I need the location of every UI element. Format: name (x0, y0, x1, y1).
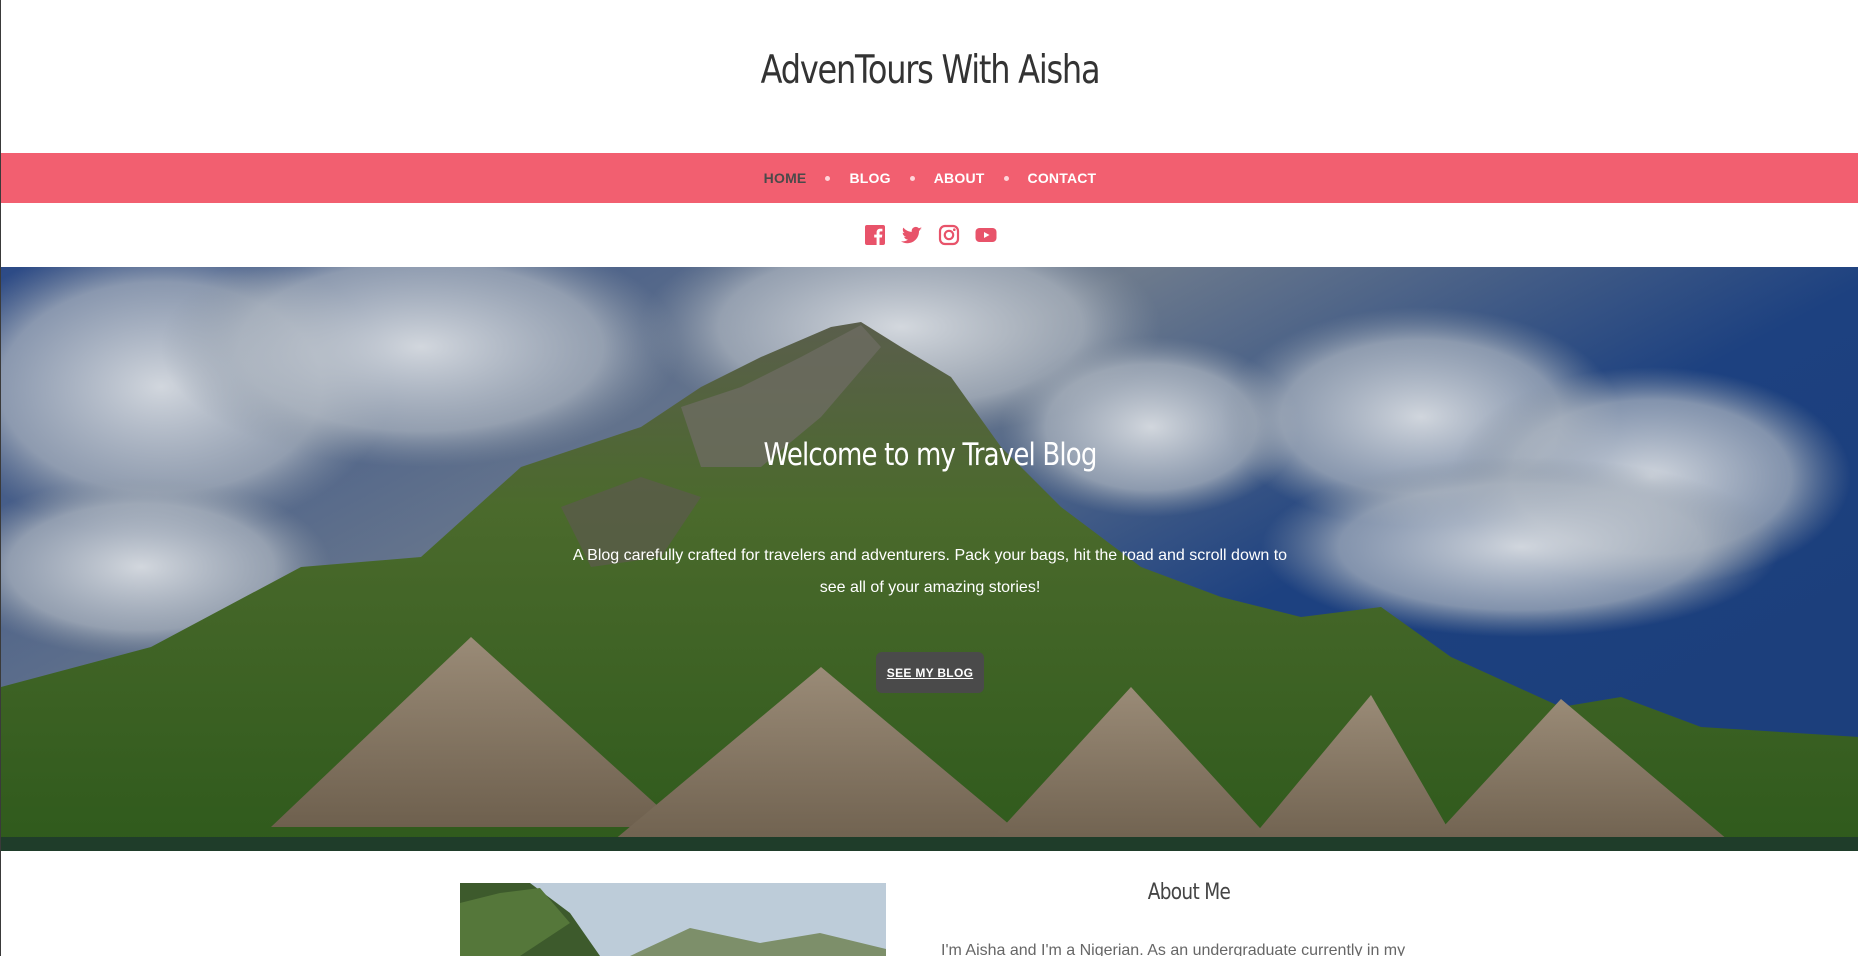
site-title[interactable]: AdvenTours With Aisha (168, 48, 1692, 93)
about-photo (460, 883, 886, 956)
nav-separator (1003, 175, 1009, 181)
nav-item-contact[interactable]: CONTACT (1028, 170, 1097, 186)
see-my-blog-button[interactable]: SEE MY BLOG (876, 652, 984, 693)
hero-banner: Welcome to my Travel Blog A Blog careful… (1, 267, 1858, 851)
youtube-icon[interactable] (974, 223, 998, 247)
nav-separator (825, 175, 831, 181)
site-header: AdvenTours With Aisha (1, 0, 1858, 153)
main-nav: HOME BLOG ABOUT CONTACT (1, 153, 1858, 203)
nav-item-blog[interactable]: BLOG (849, 170, 890, 186)
instagram-icon[interactable] (937, 223, 961, 247)
social-links (1, 203, 1858, 267)
nav-item-home[interactable]: HOME (764, 170, 807, 186)
about-title: About Me (1147, 880, 1231, 905)
facebook-icon[interactable] (863, 223, 887, 247)
hero-subtitle: A Blog carefully crafted for travelers a… (572, 547, 1288, 596)
nav-separator (909, 175, 915, 181)
twitter-icon[interactable] (900, 223, 924, 247)
about-text: I'm Aisha and I'm a Nigerian. As an unde… (941, 942, 1406, 956)
nav-item-about[interactable]: ABOUT (934, 170, 985, 186)
hero-title: Welcome to my Travel Blog (763, 437, 1097, 473)
